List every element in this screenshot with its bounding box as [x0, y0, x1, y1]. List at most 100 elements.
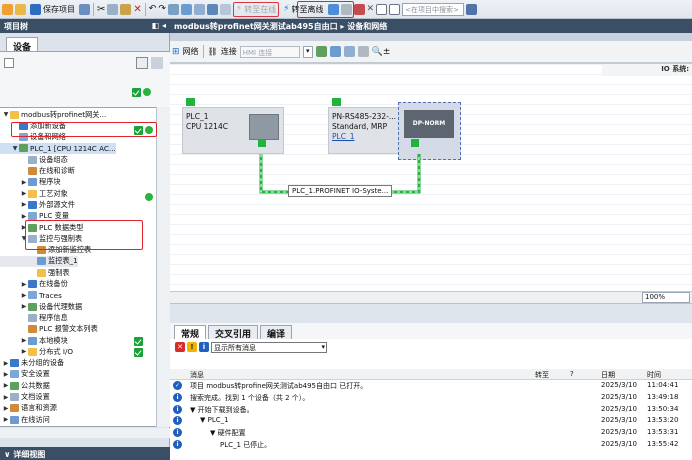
expand-arrow-icon[interactable]: ▶ [2, 382, 10, 389]
tree-item[interactable]: 设备组态 [0, 154, 68, 165]
expand-arrow-icon[interactable]: ▶ [20, 179, 28, 186]
expand-arrow-icon[interactable]: ▶ [20, 190, 28, 197]
open-project-icon[interactable] [15, 3, 26, 15]
message-row[interactable]: ✓ 项目 modbus转profine网关测试ab495自由口 已打开。 2025/… [170, 380, 692, 391]
connections-button[interactable]: 连接 [221, 46, 237, 57]
tree-item[interactable]: ▶ 分布式 I/O [0, 346, 73, 357]
expand-arrow-icon[interactable]: ▶ [20, 292, 28, 299]
network-button[interactable]: 网络 [183, 46, 199, 57]
message-row[interactable]: i ▼ 开始下载到设备。 2025/3/10 13:50:34 [170, 404, 692, 415]
zoom-fit-icon[interactable] [329, 46, 341, 57]
tree-item[interactable]: PLC 报警文本列表 [0, 324, 98, 335]
zoom-icon[interactable]: 🔍± [372, 47, 391, 57]
copy-icon[interactable] [107, 3, 119, 15]
tree-hscrollbar[interactable] [0, 428, 170, 438]
delete-icon[interactable]: ✕ [133, 4, 141, 15]
cut-icon[interactable]: ✂ [97, 4, 105, 15]
save-project-button[interactable]: 保存项目 [28, 2, 77, 17]
expand-arrow-icon[interactable]: ▶ [20, 213, 28, 220]
project-search-input[interactable]: <在项目中搜索> [402, 2, 465, 16]
tree-item[interactable]: ▶ 公共数据 [0, 380, 50, 391]
tree-item[interactable]: ▶ 工艺对象 [0, 188, 68, 199]
close-icon[interactable]: ✕ [367, 4, 375, 14]
message-row[interactable]: i ▼ PLC_1 2025/3/10 13:53:20 [170, 415, 692, 426]
detail-toggle-icon[interactable] [136, 57, 148, 69]
collapse-panel-icon[interactable]: ◧ ◂ [152, 21, 166, 31]
tree-options-icon[interactable] [151, 57, 163, 69]
error-filter-icon[interactable]: ✕ [175, 342, 185, 352]
layout-icon[interactable] [343, 46, 355, 57]
tree-item[interactable]: ▶ 本地模块 [0, 335, 68, 346]
stop-cpu-icon[interactable] [353, 3, 365, 15]
expand-arrow-icon[interactable]: ▶ [20, 201, 28, 208]
upload-icon[interactable] [193, 3, 205, 15]
expand-arrow-icon[interactable]: ▶ [20, 348, 28, 355]
monitor-icon[interactable] [219, 3, 231, 15]
tree-scrollbar[interactable] [156, 107, 170, 427]
paste-icon[interactable] [120, 3, 132, 15]
expand-arrow-icon[interactable]: ▶ [20, 303, 28, 310]
message-row[interactable]: i PLC_1 已停止。 2025/3/10 13:55:42 [170, 439, 692, 450]
expand-arrow-icon[interactable]: ▶ [2, 394, 10, 401]
tree-item[interactable]: ▼ PLC_1 [CPU 1214C AC... [0, 142, 116, 154]
message-row[interactable]: i 搜索完成。找到 1 个设备（共 2 个）。 2025/3/10 13:49:18 [170, 392, 692, 403]
new-project-icon[interactable] [2, 3, 13, 15]
zoom-level[interactable]: 100% [642, 292, 690, 303]
detail-view-header[interactable]: ∨ 详细视图 [0, 447, 170, 460]
expand-arrow-icon[interactable]: ▶ [20, 337, 28, 344]
tree-item[interactable]: ▼ modbus转profinet网关... [0, 109, 106, 120]
tab-compile[interactable]: 编译 [260, 325, 293, 340]
message-text: ▼ 硬件配置 [210, 429, 246, 438]
expand-arrow-icon[interactable]: ▶ [2, 371, 10, 378]
undo-icon[interactable]: ↶ [149, 4, 157, 14]
tab-cross-reference[interactable]: 交叉引用 [208, 325, 259, 340]
chevron-down-icon[interactable]: ▾ [302, 45, 313, 58]
tree-item[interactable]: 监控表_1 [0, 255, 78, 267]
plc-highlight [11, 122, 157, 137]
tree-item[interactable]: ▶ 在线访问 [0, 414, 50, 425]
tree-view-icon[interactable] [4, 58, 14, 68]
canvas-hscrollbar[interactable] [170, 291, 692, 303]
tree-item[interactable]: ▶ Traces [0, 290, 62, 301]
expand-arrow-icon[interactable]: ▶ [20, 281, 28, 288]
expand-arrow-icon[interactable]: ▼ [11, 145, 19, 152]
message-filter-select[interactable]: 显示所有消息 ▾ [211, 341, 327, 353]
go-online-button[interactable]: ⚡ 转至在线 [232, 1, 280, 17]
redo-icon[interactable]: ↷ [158, 4, 166, 14]
profinet-label[interactable]: PLC_1.PROFINET IO-Syste... [288, 185, 393, 197]
tree-item[interactable]: 程序信息 [0, 312, 68, 323]
tree-item[interactable]: ▶ 外部源文件 [0, 199, 75, 210]
tree-item[interactable]: 强制表 [0, 267, 70, 278]
message-time: 13:53:31 [647, 428, 679, 437]
search-icon[interactable] [466, 3, 478, 15]
expand-arrow-icon[interactable]: ▼ [2, 111, 10, 118]
hmi-connection-select[interactable]: HMI 连接 [239, 45, 300, 58]
tree-item[interactable]: ▶ 未分组的设备 [0, 358, 64, 369]
tree-item[interactable]: 在线和诊断 [0, 166, 75, 177]
tree-item[interactable]: ▶ 程序块 [0, 177, 61, 188]
expand-arrow-icon[interactable]: ▶ [2, 360, 10, 367]
tree-item[interactable]: ▶ 在线备份 [0, 279, 68, 290]
tab-devices[interactable]: 设备 [6, 37, 39, 53]
simulate-icon[interactable] [206, 3, 218, 15]
table-view-icon[interactable] [357, 46, 369, 57]
inspector-splitter[interactable] [170, 303, 692, 323]
network-canvas[interactable]: IO 系统: PLC_1 CPU 1214C PN-RS485-232-... … [170, 63, 692, 291]
profinet-line[interactable] [170, 64, 692, 291]
info-filter-icon[interactable]: i [199, 342, 209, 352]
warning-filter-icon[interactable]: ! [187, 342, 197, 352]
tab-general[interactable]: 常规 [174, 325, 207, 340]
expand-arrow-icon[interactable]: ▶ [2, 416, 10, 423]
show-address-icon[interactable] [315, 46, 327, 57]
tree-item[interactable]: ▶ 安全设置 [0, 369, 50, 380]
compile-icon[interactable] [167, 3, 179, 15]
tree-item[interactable]: ▶ 语言和资源 [0, 403, 57, 414]
print-icon[interactable] [79, 3, 90, 15]
tree-item[interactable]: ▶ 设备代理数据 [0, 301, 82, 312]
split-vertical-icon[interactable] [389, 3, 401, 15]
expand-arrow-icon[interactable]: ▶ [2, 405, 10, 412]
download-icon[interactable] [180, 3, 192, 15]
tree-item[interactable]: ▶ 文档设置 [0, 392, 50, 403]
message-row[interactable]: i ▼ 硬件配置 2025/3/10 13:53:31 [170, 427, 692, 438]
split-horizontal-icon[interactable] [376, 3, 388, 15]
